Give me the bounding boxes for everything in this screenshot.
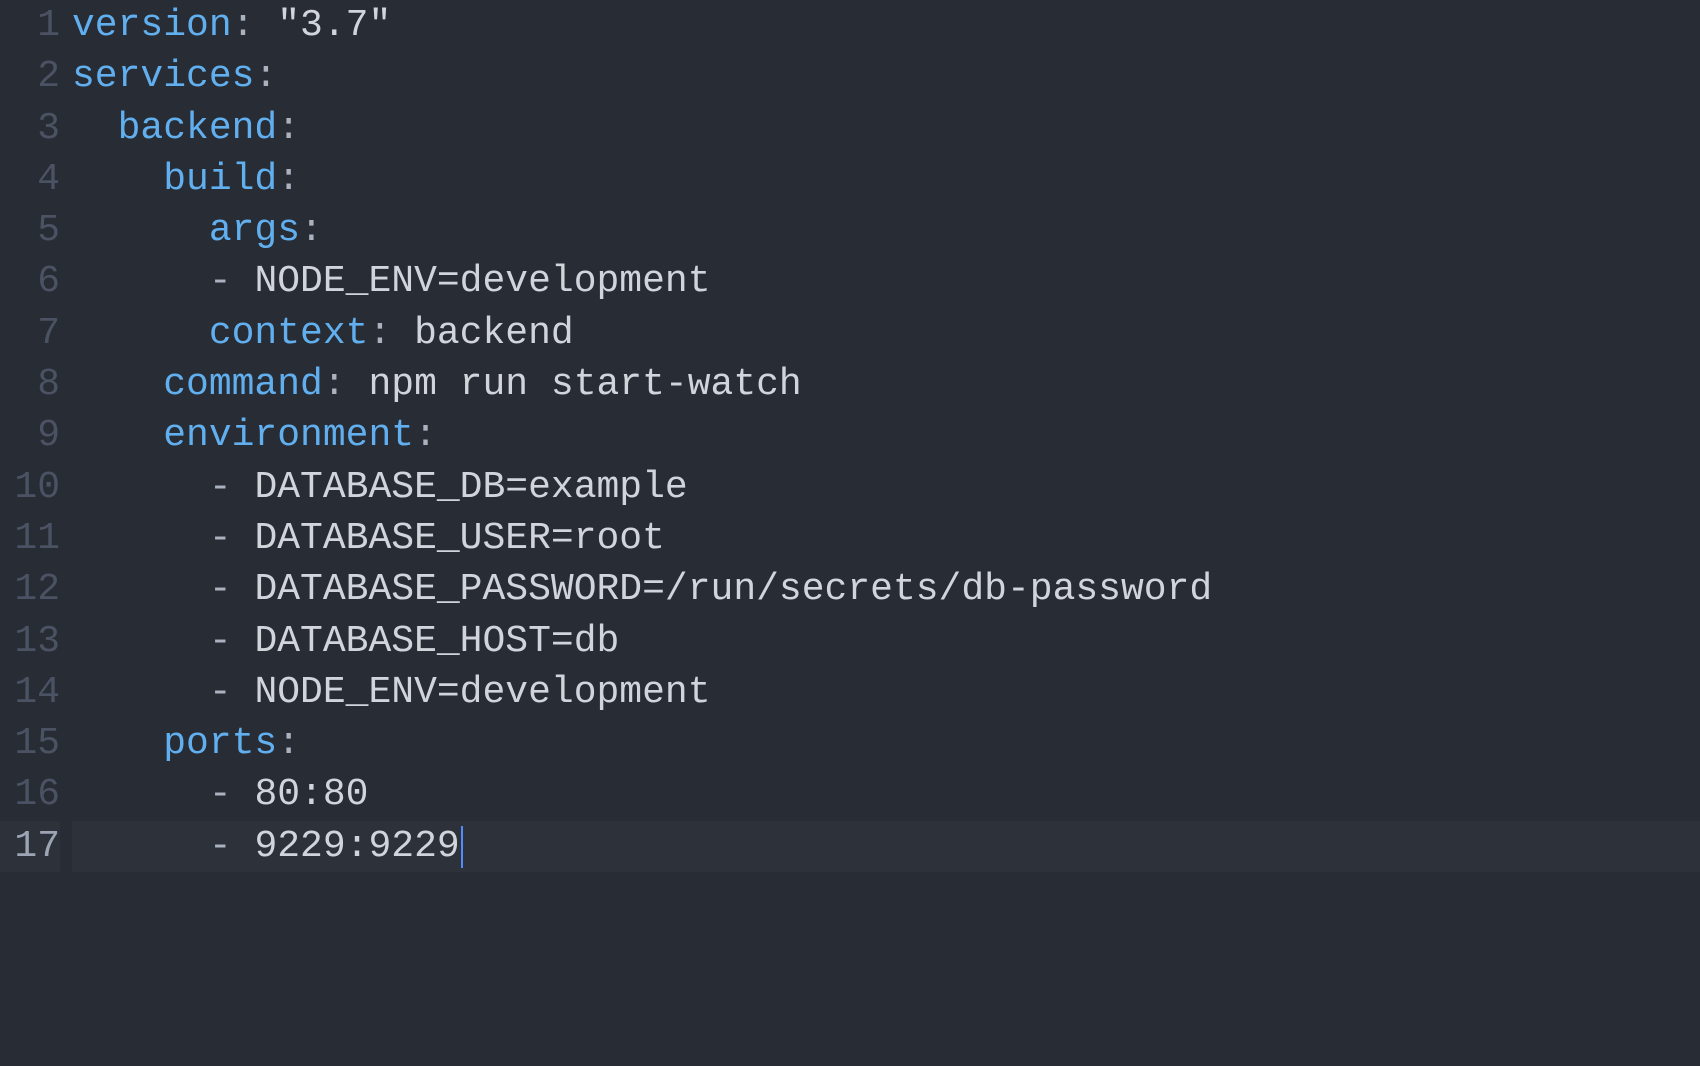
token-plain [72,312,209,355]
token-punct: : [323,363,369,406]
token-punct: : [368,312,414,355]
line-number: 10 [0,462,60,513]
line-number: 12 [0,564,60,615]
token-key: command [163,363,323,406]
line-number: 8 [0,359,60,410]
line-number: 1 [0,0,60,51]
code-line[interactable]: - DATABASE_PASSWORD=/run/secrets/db-pass… [72,564,1700,615]
token-value: DATABASE_USER=root [254,517,664,560]
token-plain [72,722,163,765]
token-key: backend [118,107,278,150]
token-punct: : [254,55,277,98]
token-key: context [209,312,369,355]
token-key: services [72,55,254,98]
code-line[interactable]: context: backend [72,308,1700,359]
line-number: 5 [0,205,60,256]
token-punct: : [300,209,323,252]
code-content[interactable]: version: "3.7"services: backend: build: … [72,0,1700,1066]
token-punct: : [232,4,278,47]
token-plain [72,107,118,150]
code-line[interactable]: ports: [72,718,1700,769]
text-cursor [461,826,463,868]
line-number: 14 [0,667,60,718]
code-line[interactable]: - DATABASE_HOST=db [72,616,1700,667]
code-editor[interactable]: 1234567891011121314151617 version: "3.7"… [0,0,1700,1066]
code-line[interactable]: environment: [72,410,1700,461]
token-value: NODE_ENV=development [254,260,710,303]
code-line[interactable]: - NODE_ENV=development [72,256,1700,307]
line-number: 11 [0,513,60,564]
token-dash: - [209,620,255,663]
token-dash: - [209,466,255,509]
token-plain [72,671,209,714]
code-line[interactable]: - 9229:9229 [72,821,1700,872]
line-number: 4 [0,154,60,205]
code-line[interactable]: backend: [72,103,1700,154]
code-line[interactable]: version: "3.7" [72,0,1700,51]
token-plain [72,260,209,303]
token-string: "3.7" [277,4,391,47]
token-plain [72,825,209,868]
token-key: args [209,209,300,252]
line-number: 17 [0,821,60,872]
token-punct: : [277,722,300,765]
token-plain [72,414,163,457]
token-dash: - [209,568,255,611]
token-plain [72,568,209,611]
token-key: build [163,158,277,201]
code-line[interactable]: command: npm run start-watch [72,359,1700,410]
token-plain [72,209,209,252]
code-line[interactable]: - DATABASE_USER=root [72,513,1700,564]
token-plain [72,773,209,816]
token-punct: : [414,414,437,457]
code-line[interactable]: services: [72,51,1700,102]
line-number-gutter: 1234567891011121314151617 [0,0,72,1066]
code-line[interactable]: args: [72,205,1700,256]
token-plain [72,363,163,406]
line-number: 2 [0,51,60,102]
code-line[interactable]: - 80:80 [72,769,1700,820]
code-line[interactable]: - NODE_ENV=development [72,667,1700,718]
token-value: backend [414,312,574,355]
token-value: npm run start-watch [368,363,801,406]
token-punct: : [277,158,300,201]
token-plain [72,620,209,663]
token-dash: - [209,671,255,714]
token-key: environment [163,414,414,457]
token-plain [72,517,209,560]
token-key: ports [163,722,277,765]
token-plain [72,158,163,201]
code-line[interactable]: build: [72,154,1700,205]
token-value: 80:80 [254,773,368,816]
line-number: 9 [0,410,60,461]
line-number: 7 [0,308,60,359]
token-value: NODE_ENV=development [254,671,710,714]
line-number: 3 [0,103,60,154]
token-value: 9229:9229 [254,825,459,868]
line-number: 13 [0,616,60,667]
line-number: 15 [0,718,60,769]
code-line[interactable]: - DATABASE_DB=example [72,462,1700,513]
line-number: 6 [0,256,60,307]
token-dash: - [209,260,255,303]
token-dash: - [209,773,255,816]
token-dash: - [209,825,255,868]
token-value: DATABASE_HOST=db [254,620,619,663]
token-value: DATABASE_DB=example [254,466,687,509]
token-punct: : [277,107,300,150]
token-value: DATABASE_PASSWORD=/run/secrets/db-passwo… [254,568,1212,611]
token-dash: - [209,517,255,560]
token-key: version [72,4,232,47]
token-plain [72,466,209,509]
line-number: 16 [0,769,60,820]
